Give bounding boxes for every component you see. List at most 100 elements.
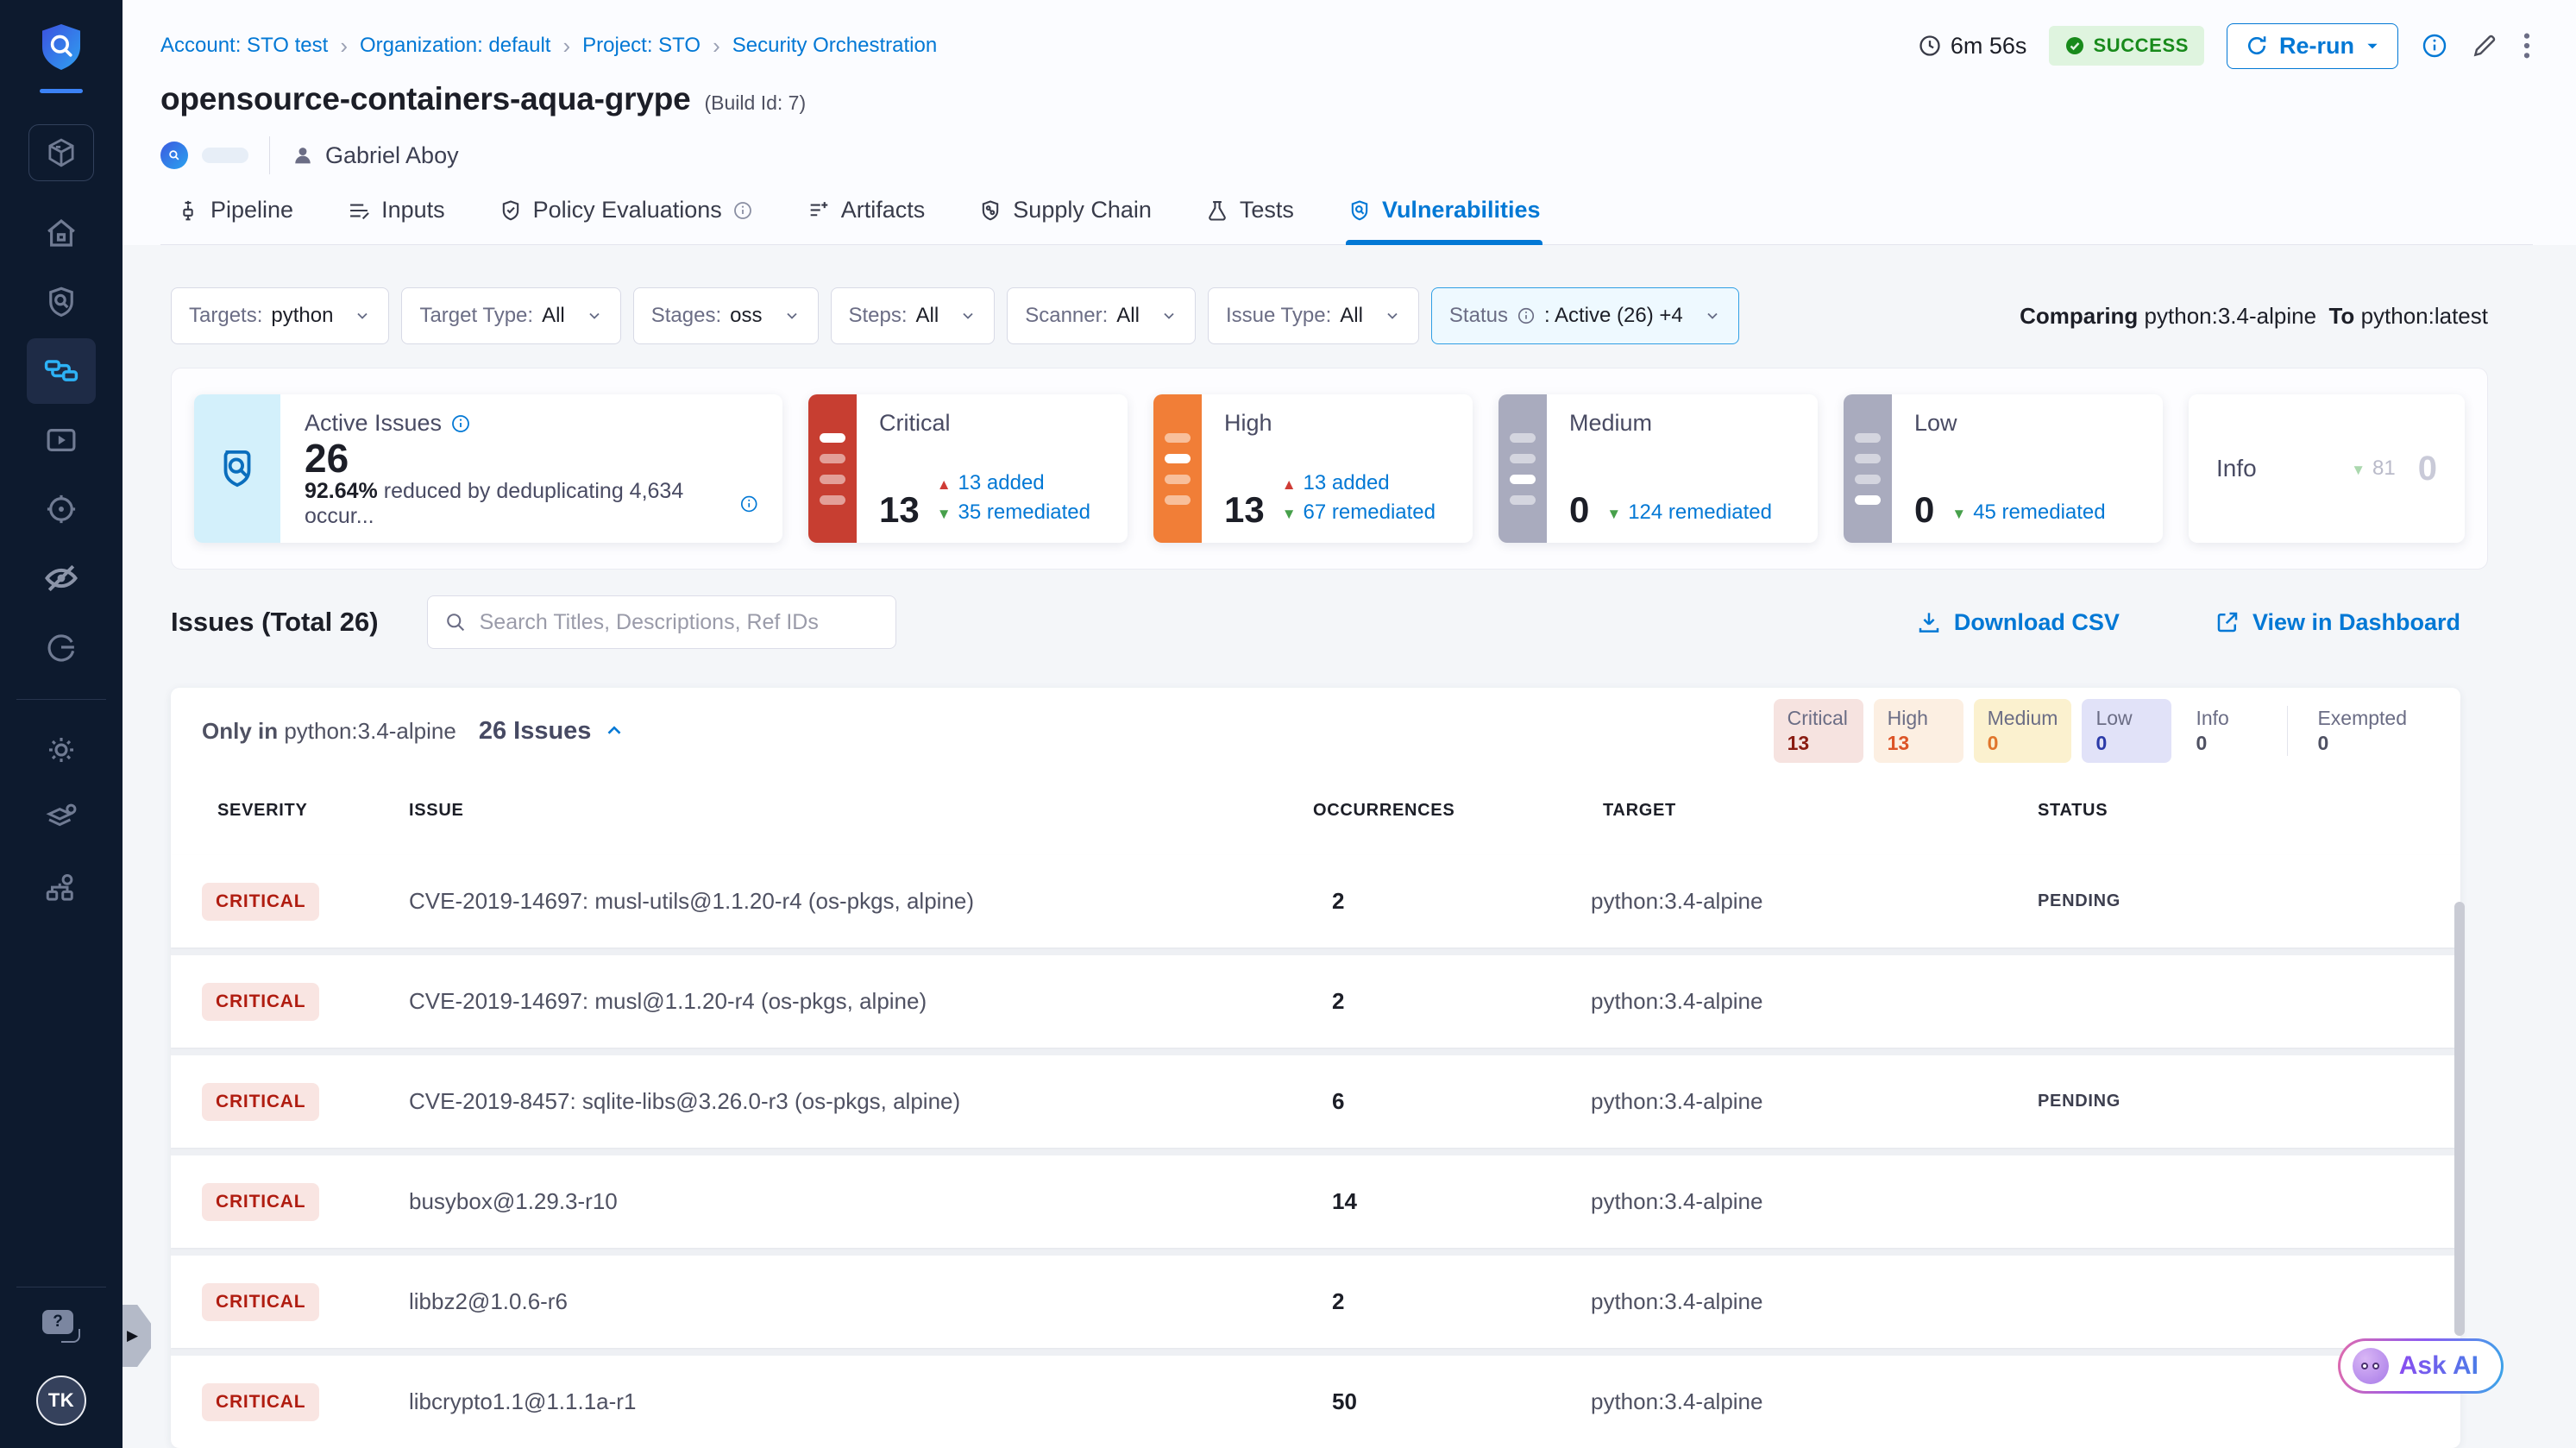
- breadcrumb-project[interactable]: Project: STO: [582, 34, 701, 58]
- table-row[interactable]: CRITICAL libcrypto1.1@1.1.1a-r1 50 pytho…: [171, 1356, 2460, 1448]
- pipeline-icon: [176, 198, 200, 223]
- status: PENDING: [2022, 891, 2429, 911]
- table-row[interactable]: CRITICAL libbz2@1.0.6-r6 2 python:3.4-al…: [171, 1256, 2460, 1348]
- executions-play-icon: [43, 422, 79, 458]
- build-tabs: Pipeline Inputs Policy Evaluations: [160, 197, 2533, 245]
- issue-title: busybox@1.29.3-r10: [409, 1188, 1306, 1215]
- build-info-button[interactable]: [2421, 32, 2448, 60]
- target: python:3.4-alpine: [1591, 888, 2022, 915]
- chip-critical[interactable]: Critical13: [1774, 699, 1863, 763]
- tab-supply-chain[interactable]: Supply Chain: [977, 197, 1153, 244]
- issues-search[interactable]: [427, 595, 896, 649]
- filter-targets[interactable]: Targets:python: [171, 287, 389, 344]
- nav-executions[interactable]: [27, 407, 96, 473]
- nav-home[interactable]: [27, 200, 96, 266]
- breadcrumb-account[interactable]: Account: STO test: [160, 34, 328, 58]
- user-avatar[interactable]: TK: [36, 1376, 86, 1426]
- occurrences: 50: [1306, 1388, 1591, 1415]
- filter-stages[interactable]: Stages:oss: [633, 287, 819, 344]
- nav-overview[interactable]: [27, 269, 96, 335]
- target: python:3.4-alpine: [1591, 1288, 2022, 1315]
- tab-vulnerabilities[interactable]: Vulnerabilities: [1346, 197, 1542, 244]
- tab-tests[interactable]: Tests: [1203, 197, 1296, 244]
- pencil-icon: [2471, 32, 2498, 60]
- table-row[interactable]: CRITICAL CVE-2019-14697: musl-utils@1.1.…: [171, 855, 2460, 947]
- nav-targets[interactable]: [27, 476, 96, 542]
- info-icon: [450, 413, 471, 434]
- shield-search-icon: [43, 284, 79, 320]
- pipelines-icon: [42, 352, 80, 390]
- occurrences: 2: [1306, 1288, 1591, 1315]
- info-icon: [2421, 32, 2448, 60]
- filter-status[interactable]: Status : Active (26) +4: [1431, 287, 1739, 344]
- clock-icon: [1918, 34, 1942, 58]
- chip-info[interactable]: Info0: [2182, 699, 2271, 763]
- table-row[interactable]: CRITICAL busybox@1.29.3-r10 14 python:3.…: [171, 1155, 2460, 1248]
- module-selector[interactable]: [28, 124, 94, 181]
- filter-issue-type[interactable]: Issue Type:All: [1208, 287, 1419, 344]
- harness-sto-app: ? TK Account: STO test › Organization: d…: [0, 0, 2576, 1448]
- chip-high[interactable]: High13: [1874, 699, 1963, 763]
- occurrences: 6: [1306, 1088, 1591, 1115]
- sto-shield-logo[interactable]: [39, 22, 84, 77]
- person-icon: [291, 143, 315, 167]
- severity-bar-low: [1844, 394, 1892, 543]
- breadcrumb-module[interactable]: Security Orchestration: [732, 34, 937, 58]
- info-icon: [732, 200, 753, 221]
- vulnerabilities-content: Targets:python Target Type:All Stages:os…: [123, 245, 2576, 1448]
- refresh-icon: [2245, 34, 2269, 58]
- chevron-down-icon: [1160, 307, 1178, 324]
- chevron-down-icon: [1384, 307, 1401, 324]
- search-input[interactable]: [480, 610, 880, 635]
- chip-medium[interactable]: Medium0: [1974, 699, 2072, 763]
- nav-settings[interactable]: [27, 717, 96, 783]
- cube-icon: [43, 135, 79, 171]
- table-row[interactable]: CRITICAL CVE-2019-14697: musl@1.1.20-r4 …: [171, 955, 2460, 1048]
- nav-default-settings[interactable]: [27, 786, 96, 852]
- severity-badge: CRITICAL: [202, 1383, 319, 1421]
- search-icon: [443, 610, 468, 634]
- tab-inputs[interactable]: Inputs: [345, 197, 447, 244]
- sto-mini-avatar: [160, 142, 188, 169]
- triangle-down-icon: ▼: [1606, 506, 1621, 522]
- filter-target-type[interactable]: Target Type:All: [401, 287, 620, 344]
- nav-exemptions[interactable]: [27, 545, 96, 611]
- low-title: Low: [1914, 410, 2142, 437]
- chip-exempted[interactable]: Exempted0: [2303, 699, 2421, 763]
- high-card: High 13 ▲13 added ▼67 remediated: [1153, 394, 1473, 543]
- kebab-menu-icon: [2521, 31, 2533, 60]
- chip-low[interactable]: Low0: [2082, 699, 2171, 763]
- info-title: Info: [2216, 455, 2257, 482]
- download-csv-button[interactable]: Download CSV: [1916, 609, 2120, 636]
- view-in-dashboard-button[interactable]: View in Dashboard: [2215, 609, 2460, 636]
- group-collapse-toggle[interactable]: 26 Issues: [479, 717, 626, 746]
- ask-ai-button[interactable]: Ask AI: [2338, 1338, 2504, 1394]
- nav-chaos-gauge[interactable]: [27, 614, 96, 680]
- filter-scanner[interactable]: Scanner:All: [1007, 287, 1196, 344]
- issue-title: CVE-2019-14697: musl-utils@1.1.20-r4 (os…: [409, 888, 1306, 915]
- chevron-down-icon: [1704, 307, 1721, 324]
- left-nav-sidebar: ? TK: [0, 0, 123, 1448]
- rerun-button[interactable]: Re-run: [2227, 23, 2398, 69]
- help-chat-icon[interactable]: ?: [42, 1310, 80, 1343]
- issues-list-card: Only in python:3.4-alpine 26 Issues Crit…: [171, 688, 2460, 1448]
- tab-artifacts[interactable]: Artifacts: [805, 197, 927, 244]
- issues-table-body: CRITICAL CVE-2019-14697: musl-utils@1.1.…: [171, 855, 2460, 1448]
- table-row[interactable]: CRITICAL CVE-2019-8457: sqlite-libs@3.26…: [171, 1055, 2460, 1148]
- triangle-down-icon: ▼: [1951, 506, 1966, 522]
- info-count: 0: [2418, 450, 2437, 488]
- target: python:3.4-alpine: [1591, 1088, 2022, 1115]
- nav-pipelines[interactable]: [27, 338, 96, 404]
- low-remediated: ▼45 remediated: [1951, 500, 2105, 527]
- tab-policy-evaluations[interactable]: Policy Evaluations: [497, 197, 755, 244]
- issue-title: CVE-2019-8457: sqlite-libs@3.26.0-r3 (os…: [409, 1088, 1306, 1115]
- list-scrollbar-thumb[interactable]: [2454, 902, 2465, 1336]
- tab-pipeline[interactable]: Pipeline: [174, 197, 295, 244]
- nav-org-settings[interactable]: [27, 855, 96, 921]
- edit-pipeline-button[interactable]: [2471, 32, 2498, 60]
- filter-steps[interactable]: Steps:All: [831, 287, 996, 344]
- target: python:3.4-alpine: [1591, 1388, 2022, 1415]
- more-options-button[interactable]: [2521, 31, 2533, 60]
- breadcrumb-organization[interactable]: Organization: default: [360, 34, 550, 58]
- build-header: Account: STO test › Organization: defaul…: [123, 0, 2576, 245]
